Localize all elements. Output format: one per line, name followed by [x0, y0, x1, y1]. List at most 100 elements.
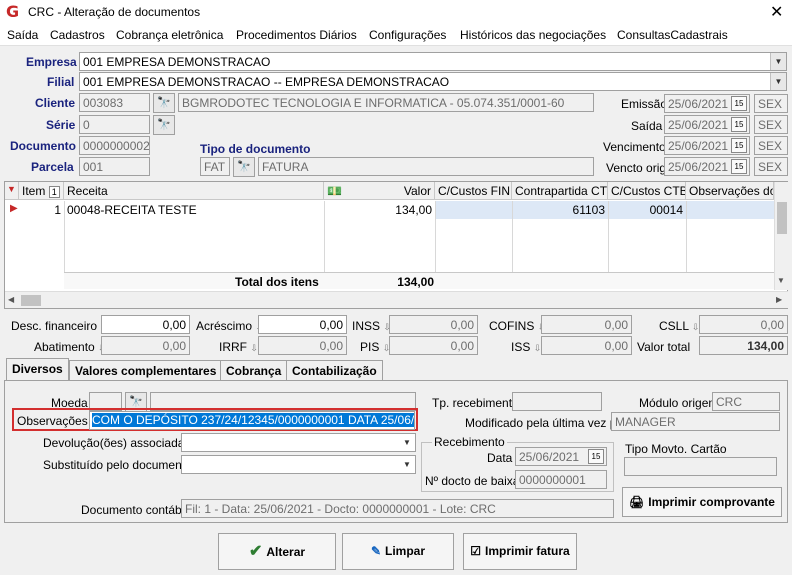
col-valor-label: Valor	[403, 184, 431, 198]
col-valor[interactable]: 💵 Valor	[324, 182, 435, 200]
empresa-value: 001 EMPRESA DEMONSTRACAO	[83, 55, 271, 69]
observacoes-value: COM O DEPÓSITO 237/24/12345/0000000001 D…	[92, 413, 414, 427]
filial-select[interactable]: 001 EMPRESA DEMONSTRACAO -- EMPRESA DEMO…	[79, 72, 787, 91]
money-icon: 💵	[327, 184, 342, 198]
col-contrapartida-ctb[interactable]: Contrapartida CTB	[512, 182, 608, 200]
chevron-down-icon[interactable]: ▼	[770, 73, 786, 90]
scroll-thumb[interactable]	[777, 202, 787, 234]
scroll-left-icon[interactable]: ◀	[8, 295, 14, 304]
total-value: 134,00	[397, 275, 434, 289]
col-receita[interactable]: Receita	[64, 182, 324, 200]
parcela-field[interactable]: 001	[79, 157, 150, 176]
documento-contabil-field: Fil: 1 - Data: 25/06/2021 - Docto: 00000…	[181, 499, 614, 518]
imprimir-comprovante-button[interactable]: 🖨 Imprimir comprovante	[622, 487, 782, 517]
col-ccustos-fin[interactable]: C/Custos FIN	[435, 182, 512, 200]
menu-procedimentos-diarios[interactable]: Procedimentos Diários	[236, 28, 357, 42]
menu-cadastros[interactable]: Cadastros	[50, 28, 105, 42]
devolucao-select[interactable]: ▼	[181, 433, 416, 452]
sort-indicator-icon: ▼	[5, 182, 19, 200]
row-valor[interactable]: 134,00	[324, 201, 435, 219]
binoculars-icon[interactable]: 🔭	[233, 157, 255, 177]
col-observacoes[interactable]: Observações do ite	[686, 182, 774, 200]
vencimento-label: Vencimento	[603, 140, 666, 154]
calendar-icon[interactable]: 15	[731, 117, 747, 132]
menu-saida[interactable]: Saída	[7, 28, 38, 42]
cliente-code-field[interactable]: 003083	[79, 93, 150, 112]
col-ccustos-ctb[interactable]: C/Custos CTB	[608, 182, 686, 200]
substituido-select[interactable]: ▼	[181, 455, 416, 474]
chevron-down-icon[interactable]: ▼	[399, 456, 415, 473]
tab-diversos[interactable]: Diversos	[6, 358, 69, 380]
items-grid[interactable]: ▼ Item 1 Receita 💵 Valor C/Custos FIN Con…	[4, 181, 788, 309]
menu-consultas-cadastrais[interactable]: ConsultasCadastrais	[617, 28, 728, 42]
scroll-down-icon[interactable]: ▼	[777, 276, 785, 285]
tab-cobranca[interactable]: Cobrança	[220, 360, 288, 380]
abatimento-text: Abatimento	[34, 340, 95, 354]
menu-historicos[interactable]: Históricos das negociações	[460, 28, 606, 42]
nro-docto-baixa-field: 0000000001	[515, 470, 607, 489]
row-ccustos-fin[interactable]	[435, 201, 512, 219]
chevron-down-icon[interactable]: ▼	[399, 434, 415, 451]
abatimento-field: 0,00	[101, 336, 190, 355]
tab-contabilizacao[interactable]: Contabilização	[286, 360, 383, 380]
abatimento-label: Abatimento ⇩	[34, 340, 106, 354]
tp-recebimento-field	[512, 392, 602, 411]
horizontal-scrollbar[interactable]: ◀ ▶	[5, 291, 788, 308]
vencto-orig-day: SEX	[754, 157, 788, 176]
empresa-select[interactable]: 001 EMPRESA DEMONSTRACAO ▼	[79, 52, 787, 71]
irrf-label: IRRF ⇩	[219, 340, 258, 354]
alterar-label: Alterar	[266, 545, 306, 559]
tipo-doc-code-field[interactable]: FAT	[200, 157, 230, 176]
serie-label: Série	[46, 118, 76, 132]
alterar-button[interactable]: ✔ Alterar	[218, 533, 336, 570]
row-ccustos-ctb[interactable]: 00014	[608, 201, 686, 219]
menu-configuracoes[interactable]: Configurações	[369, 28, 446, 42]
csll-field: 0,00	[699, 315, 788, 334]
csll-label: CSLL ⇩	[659, 319, 699, 333]
valor-total-label: Valor total	[637, 340, 691, 354]
title-bar: G CRC - Alteração de documentos ✕	[0, 0, 792, 24]
imprimir-fatura-button[interactable]: ☑ Imprimir fatura	[463, 533, 577, 570]
pis-field: 0,00	[389, 336, 478, 355]
menu-cobranca-eletronica[interactable]: Cobrança eletrônica	[116, 28, 223, 42]
serie-field[interactable]: 0	[79, 115, 150, 134]
calendar-icon[interactable]: 15	[731, 159, 747, 174]
desc-financeiro-label: Desc. financeiro ⇩	[11, 319, 108, 333]
calendar-icon[interactable]: 15	[731, 96, 747, 111]
nro-docto-baixa-label: Nº docto de baixa	[425, 474, 520, 488]
hscroll-thumb[interactable]	[21, 295, 41, 306]
filial-label: Filial	[47, 75, 75, 89]
emissao-day: SEX	[754, 94, 788, 113]
chevron-down-icon[interactable]: ▼	[770, 53, 786, 70]
cliente-label: Cliente	[35, 96, 76, 110]
calendar-icon[interactable]: 15	[588, 449, 604, 464]
emissao-date: 25/06/2021	[668, 97, 729, 111]
tab-valores-complementares[interactable]: Valores complementares	[69, 360, 223, 380]
row-observacoes[interactable]	[686, 201, 774, 219]
cofins-label: COFINS ⇩	[489, 319, 545, 333]
acrescimo-field[interactable]: 0,00	[258, 315, 347, 334]
close-icon[interactable]: ✕	[770, 2, 783, 22]
documento-field[interactable]: 0000000002	[79, 136, 150, 155]
pis-text: PIS	[360, 340, 380, 354]
filial-value: 001 EMPRESA DEMONSTRACAO -- EMPRESA DEMO…	[83, 75, 450, 89]
grid-line	[324, 201, 325, 272]
binoculars-icon[interactable]: 🔭	[153, 115, 175, 135]
limpar-button[interactable]: ✎ Limpar	[342, 533, 454, 570]
data-value: 25/06/2021	[519, 450, 580, 464]
irrf-field: 0,00	[258, 336, 347, 355]
observacoes-field[interactable]: COM O DEPÓSITO 237/24/12345/0000000001 D…	[89, 411, 415, 430]
inss-text: INSS	[352, 319, 381, 333]
empresa-label: Empresa	[26, 55, 77, 69]
binoculars-icon[interactable]: 🔭	[153, 93, 175, 113]
col-item[interactable]: Item 1	[19, 182, 64, 200]
scroll-right-icon[interactable]: ▶	[776, 295, 782, 304]
vertical-scrollbar[interactable]: ▼	[774, 182, 788, 290]
row-contrapartida[interactable]: 61103	[512, 201, 608, 219]
row-receita[interactable]: 00048-RECEITA TESTE	[64, 201, 324, 219]
row-item[interactable]: 1	[19, 201, 64, 219]
desc-financeiro-field[interactable]: 0,00	[101, 315, 190, 334]
tipo-movto-cartao-label: Tipo Movto. Cartão	[625, 442, 727, 456]
calendar-icon[interactable]: 15	[731, 138, 747, 153]
pis-label: PIS ⇩	[360, 340, 390, 354]
